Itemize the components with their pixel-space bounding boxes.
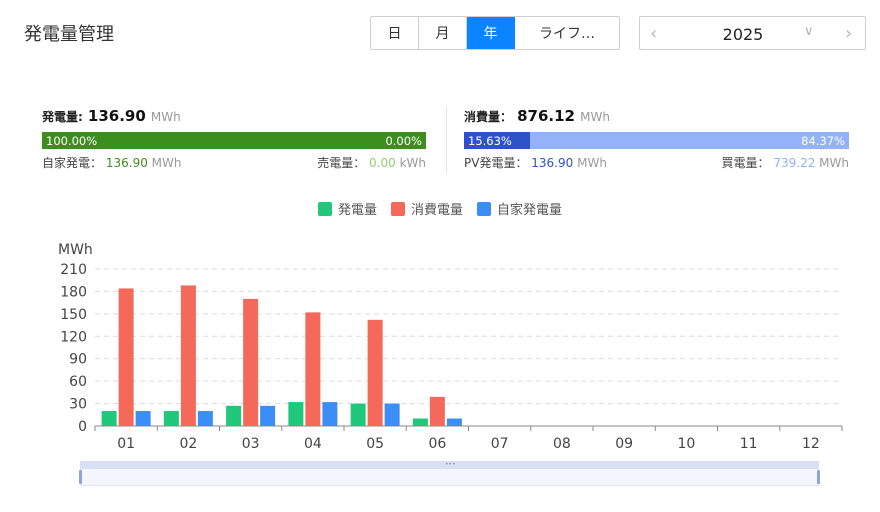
buy-percent: 84.37% bbox=[801, 133, 845, 148]
generation-summary: 発電量: 136.90 MWh 100.00% 0.00% 自家発電： 136.… bbox=[42, 106, 426, 172]
bar-generation bbox=[412, 418, 428, 426]
bar-self-generation bbox=[384, 403, 400, 426]
chevron-left-icon[interactable]: ‹ bbox=[650, 23, 657, 44]
bar-self-generation bbox=[197, 411, 213, 426]
bar-consumption bbox=[305, 312, 321, 426]
pv-generation-value: 136.90 bbox=[531, 156, 574, 170]
bar-consumption bbox=[367, 319, 383, 426]
year-picker: ‹ 2025 ∨ › bbox=[639, 16, 866, 50]
sell-value: 0.00 bbox=[369, 156, 396, 170]
consumption-unit: MWh bbox=[580, 110, 610, 124]
x-tick-label: 04 bbox=[304, 436, 322, 452]
y-tick-label: 90 bbox=[69, 352, 87, 368]
sell-unit: kWh bbox=[399, 156, 426, 170]
legend-swatch bbox=[390, 201, 405, 216]
legend-label: 消費電量 bbox=[410, 203, 463, 218]
pv-segment: 15.63% bbox=[464, 132, 530, 149]
x-tick-label: 02 bbox=[179, 436, 197, 452]
consumption-summary: 消費量： 876.12 MWh 15.63% 84.37% PV発電量： 136… bbox=[464, 106, 849, 172]
bar-generation bbox=[226, 405, 242, 426]
tab-year[interactable]: 年 bbox=[467, 17, 515, 49]
legend-label: 発電量 bbox=[337, 203, 377, 218]
bar-generation bbox=[163, 411, 179, 426]
buy-segment: 84.37% bbox=[529, 132, 849, 149]
y-tick-label: 60 bbox=[69, 374, 87, 390]
y-tick-label: 0 bbox=[78, 419, 87, 435]
bar-consumption bbox=[180, 285, 196, 426]
x-tick-label: 01 bbox=[117, 436, 135, 452]
legend-swatch bbox=[477, 201, 491, 216]
buy-label: 買電量： bbox=[721, 156, 770, 170]
bar-consumption bbox=[243, 298, 259, 426]
page-title: 発電量管理 bbox=[24, 24, 114, 45]
buy-value: 739.22 bbox=[773, 156, 816, 170]
pv-generation-label: PV発電量： bbox=[464, 156, 528, 170]
consumption-label: 消費量： bbox=[464, 110, 513, 124]
tab-month[interactable]: 月 bbox=[419, 17, 467, 49]
x-tick-label: 11 bbox=[740, 436, 758, 452]
x-tick-label: 08 bbox=[553, 436, 571, 452]
period-tabs: 日 月 年 ライフ… bbox=[370, 16, 620, 50]
self-consumption-segment: 100.00% bbox=[42, 132, 426, 149]
consumption-value: 876.12 bbox=[517, 107, 575, 125]
bar-generation bbox=[288, 402, 304, 426]
x-tick-label: 10 bbox=[677, 436, 695, 452]
consumption-ratio-bar: 15.63% 84.37% bbox=[464, 132, 849, 149]
bar-consumption bbox=[118, 288, 134, 426]
y-tick-label: 150 bbox=[60, 307, 87, 323]
chevron-right-icon[interactable]: › bbox=[845, 23, 852, 44]
y-tick-label: 30 bbox=[69, 397, 87, 413]
legend-item-consumption[interactable]: 消費電量 bbox=[390, 199, 463, 218]
self-consumption-percent: 100.00% bbox=[46, 133, 98, 148]
legend-item-generation[interactable]: 発電量 bbox=[317, 199, 377, 218]
self-generation-label: 自家発電： bbox=[42, 156, 103, 170]
zoom-start-handle[interactable] bbox=[79, 470, 82, 484]
legend-label: 自家発電量 bbox=[497, 203, 563, 218]
bar-generation bbox=[350, 403, 366, 426]
y-tick-label: 210 bbox=[60, 262, 87, 278]
self-generation-value: 136.90 bbox=[105, 156, 148, 170]
year-value[interactable]: 2025 bbox=[710, 25, 776, 44]
y-axis-label: MWh bbox=[58, 242, 93, 258]
x-tick-label: 05 bbox=[366, 436, 384, 452]
sell-segment: 0.00% bbox=[381, 132, 426, 149]
generation-label: 発電量: bbox=[42, 110, 83, 124]
x-tick-label: 12 bbox=[802, 436, 820, 452]
pv-generation-unit: MWh bbox=[577, 156, 607, 170]
x-tick-label: 07 bbox=[491, 436, 509, 452]
bar-consumption bbox=[429, 396, 445, 426]
legend-item-self-generation[interactable]: 自家発電量 bbox=[477, 199, 562, 218]
bar-self-generation bbox=[260, 405, 276, 426]
chart-legend: 発電量 消費電量 自家発電量 bbox=[0, 199, 880, 218]
pv-percent: 15.63% bbox=[468, 133, 512, 148]
bar-self-generation bbox=[322, 402, 338, 426]
sell-label: 売電量： bbox=[317, 156, 366, 170]
chevron-down-icon[interactable]: ∨ bbox=[804, 24, 814, 39]
x-tick-label: 09 bbox=[615, 436, 633, 452]
sell-percent: 0.00% bbox=[385, 133, 422, 148]
x-tick-label: 03 bbox=[242, 436, 260, 452]
self-generation-unit: MWh bbox=[151, 156, 182, 170]
x-tick-label: 06 bbox=[428, 436, 446, 452]
bar-generation bbox=[101, 411, 117, 426]
summary-divider bbox=[446, 108, 447, 172]
generation-value: 136.90 bbox=[87, 107, 146, 125]
monthly-bar-chart: MWh 0 30 60 90 120 150 180 210 01 02 03 04 05 06 07 08 09… bbox=[58, 242, 843, 452]
bar-self-generation bbox=[135, 411, 151, 426]
y-tick-label: 120 bbox=[60, 329, 87, 345]
generation-ratio-bar: 100.00% 0.00% bbox=[42, 132, 426, 149]
zoom-end-handle[interactable] bbox=[817, 470, 820, 484]
buy-unit: MWh bbox=[819, 156, 849, 170]
grip-icon[interactable]: ••• bbox=[445, 462, 456, 468]
y-tick-label: 180 bbox=[60, 284, 87, 300]
legend-swatch bbox=[317, 201, 332, 216]
generation-unit: MWh bbox=[150, 110, 181, 124]
bar-self-generation bbox=[446, 418, 462, 426]
tab-lifetime[interactable]: ライフ… bbox=[515, 17, 619, 49]
tab-day[interactable]: 日 bbox=[371, 17, 419, 49]
